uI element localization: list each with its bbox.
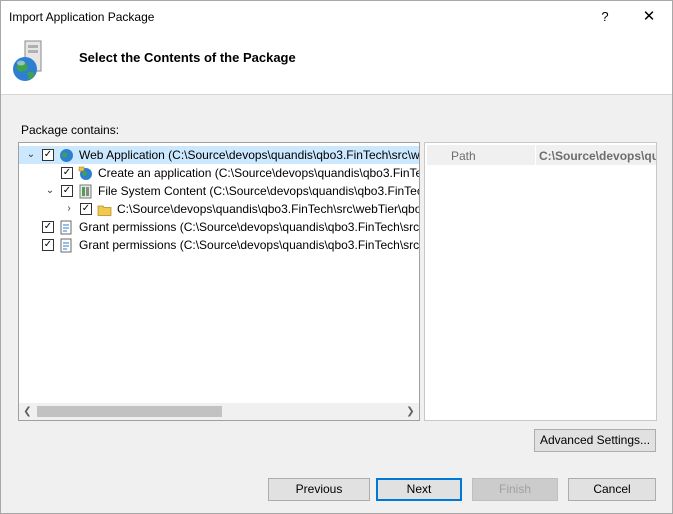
- package-tree[interactable]: ⌄ ✓ Web Application (C:\Source\devops\qu…: [18, 142, 420, 421]
- import-package-dialog: Import Application Package ? ✕ Select th…: [0, 0, 673, 514]
- tree-item-web-application[interactable]: ⌄ ✓ Web Application (C:\Source\devops\qu…: [19, 146, 419, 164]
- tree-checkbox[interactable]: ✓: [61, 167, 73, 179]
- globe-icon: [60, 149, 73, 162]
- chevron-down-icon[interactable]: ⌄: [44, 182, 56, 200]
- tree-checkbox[interactable]: ✓: [42, 149, 54, 161]
- page-title: Select the Contents of the Package: [79, 50, 296, 65]
- advanced-settings-button[interactable]: Advanced Settings...: [534, 429, 656, 452]
- finish-button: Finish: [472, 478, 558, 501]
- package-globe-icon: [13, 40, 42, 81]
- wizard-header: Select the Contents of the Package: [1, 33, 672, 95]
- tree-item-label: Grant permissions (C:\Source\devops\quan…: [79, 220, 420, 234]
- tree-item-label: Web Application (C:\Source\devops\quandi…: [79, 148, 420, 162]
- tree-item-label: Create an application (C:\Source\devops\…: [98, 166, 419, 180]
- permissions-icon: [60, 220, 72, 235]
- permissions-icon: [60, 238, 72, 253]
- property-row-path[interactable]: Path C:\Source\devops\quandis\qbo3.FinTe…: [427, 145, 656, 165]
- horizontal-scrollbar[interactable]: ❮ ❯: [19, 403, 419, 420]
- file-system-icon: [79, 184, 92, 199]
- tree-item-file-system-content[interactable]: ⌄ ✓ File System Content (C:\Source\devop…: [19, 182, 419, 200]
- tree-checkbox[interactable]: ✓: [80, 203, 92, 215]
- chevron-right-icon[interactable]: ›: [63, 200, 75, 218]
- previous-button[interactable]: Previous: [268, 478, 370, 501]
- tree-checkbox[interactable]: ✓: [42, 239, 54, 251]
- scroll-right-icon[interactable]: ❯: [402, 405, 419, 418]
- help-button[interactable]: ?: [593, 5, 617, 29]
- tree-item-grant-permissions[interactable]: ✓ Grant permissions (C:\Source\devops\qu…: [19, 236, 419, 254]
- package-contains-label: Package contains:: [21, 123, 120, 137]
- title-bar: Import Application Package ? ✕: [1, 1, 672, 33]
- tree-checkbox[interactable]: ✓: [61, 185, 73, 197]
- tree-item-folder[interactable]: › ✓ C:\Source\devops\quandis\qbo3.FinTec…: [19, 200, 419, 218]
- tree-checkbox[interactable]: ✓: [42, 221, 54, 233]
- tree-item-label: File System Content (C:\Source\devops\qu…: [98, 184, 419, 198]
- folder-icon: [97, 205, 112, 216]
- next-button[interactable]: Next: [376, 478, 462, 501]
- property-value: C:\Source\devops\quandis\qbo3.FinTech\sr…: [539, 149, 656, 163]
- application-icon: [78, 166, 92, 180]
- tree-item-label: C:\Source\devops\quandis\qbo3.FinTech\sr…: [117, 202, 420, 216]
- chevron-down-icon[interactable]: ⌄: [25, 146, 37, 164]
- property-name: Path: [451, 149, 476, 163]
- cancel-button[interactable]: Cancel: [568, 478, 656, 501]
- tree-item-label: Grant permissions (C:\Source\devops\quan…: [79, 238, 420, 252]
- property-divider: [535, 145, 536, 165]
- close-button[interactable]: ✕: [637, 5, 661, 29]
- scroll-left-icon[interactable]: ❮: [19, 405, 36, 418]
- tree-item-grant-permissions[interactable]: ✓ Grant permissions (C:\Source\devops\qu…: [19, 218, 419, 236]
- window-title: Import Application Package: [9, 10, 155, 24]
- tree-item-create-application[interactable]: ✓ Create an application (C:\Source\devop…: [19, 164, 419, 182]
- properties-panel: Path C:\Source\devops\quandis\qbo3.FinTe…: [424, 142, 657, 421]
- scrollbar-thumb[interactable]: [37, 406, 222, 417]
